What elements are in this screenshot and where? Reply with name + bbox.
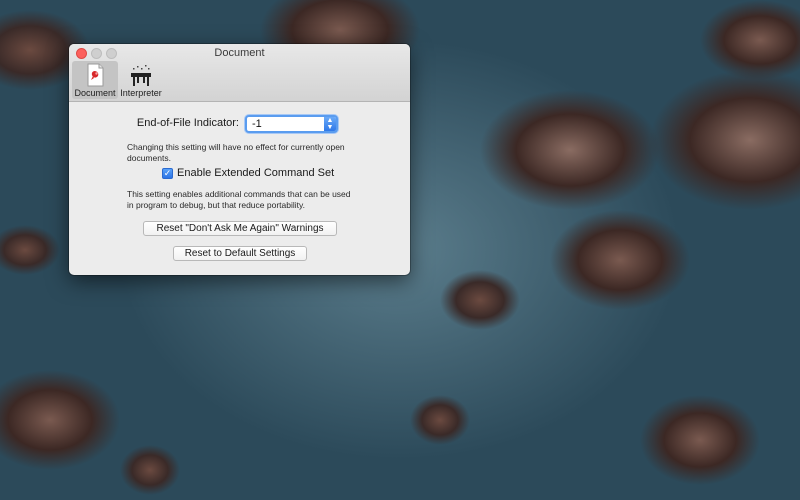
title-bar[interactable]: Document bbox=[69, 44, 410, 60]
tab-interpreter-label: Interpreter bbox=[120, 88, 162, 98]
preferences-window: Document Document Interpreter End-of-Fil… bbox=[69, 44, 410, 275]
eof-help-text: Changing this setting will have no effec… bbox=[127, 142, 345, 163]
window-title: Document bbox=[214, 47, 265, 59]
chevron-up-down-icon[interactable]: ▲ ▼ bbox=[324, 117, 336, 131]
document-preferences-pane: End-of-File Indicator: -1 ▲ ▼ Changing th… bbox=[69, 102, 410, 275]
eof-indicator-label: End-of-File Indicator: bbox=[136, 117, 239, 129]
document-icon bbox=[87, 63, 104, 87]
extended-command-set-checkbox[interactable]: ✓ bbox=[162, 168, 173, 179]
tab-interpreter[interactable]: Interpreter bbox=[120, 61, 162, 99]
extended-help-text: This setting enables additional commands… bbox=[127, 189, 351, 210]
eof-indicator-combobox[interactable]: -1 ▲ ▼ bbox=[245, 115, 338, 133]
extended-command-set-label[interactable]: Enable Extended Command Set bbox=[177, 167, 334, 179]
desktop-background: Document Document Interpreter End-of-Fil… bbox=[0, 0, 800, 500]
window-toolbar: Document Document Interpreter bbox=[69, 44, 410, 102]
reset-warnings-button[interactable]: Reset "Don't Ask Me Again" Warnings bbox=[143, 221, 337, 236]
tab-document[interactable]: Document bbox=[72, 61, 118, 99]
interpreter-icon bbox=[131, 65, 151, 86]
tab-document-label: Document bbox=[74, 88, 116, 98]
reset-defaults-button[interactable]: Reset to Default Settings bbox=[173, 246, 307, 261]
eof-indicator-value: -1 bbox=[252, 118, 262, 130]
